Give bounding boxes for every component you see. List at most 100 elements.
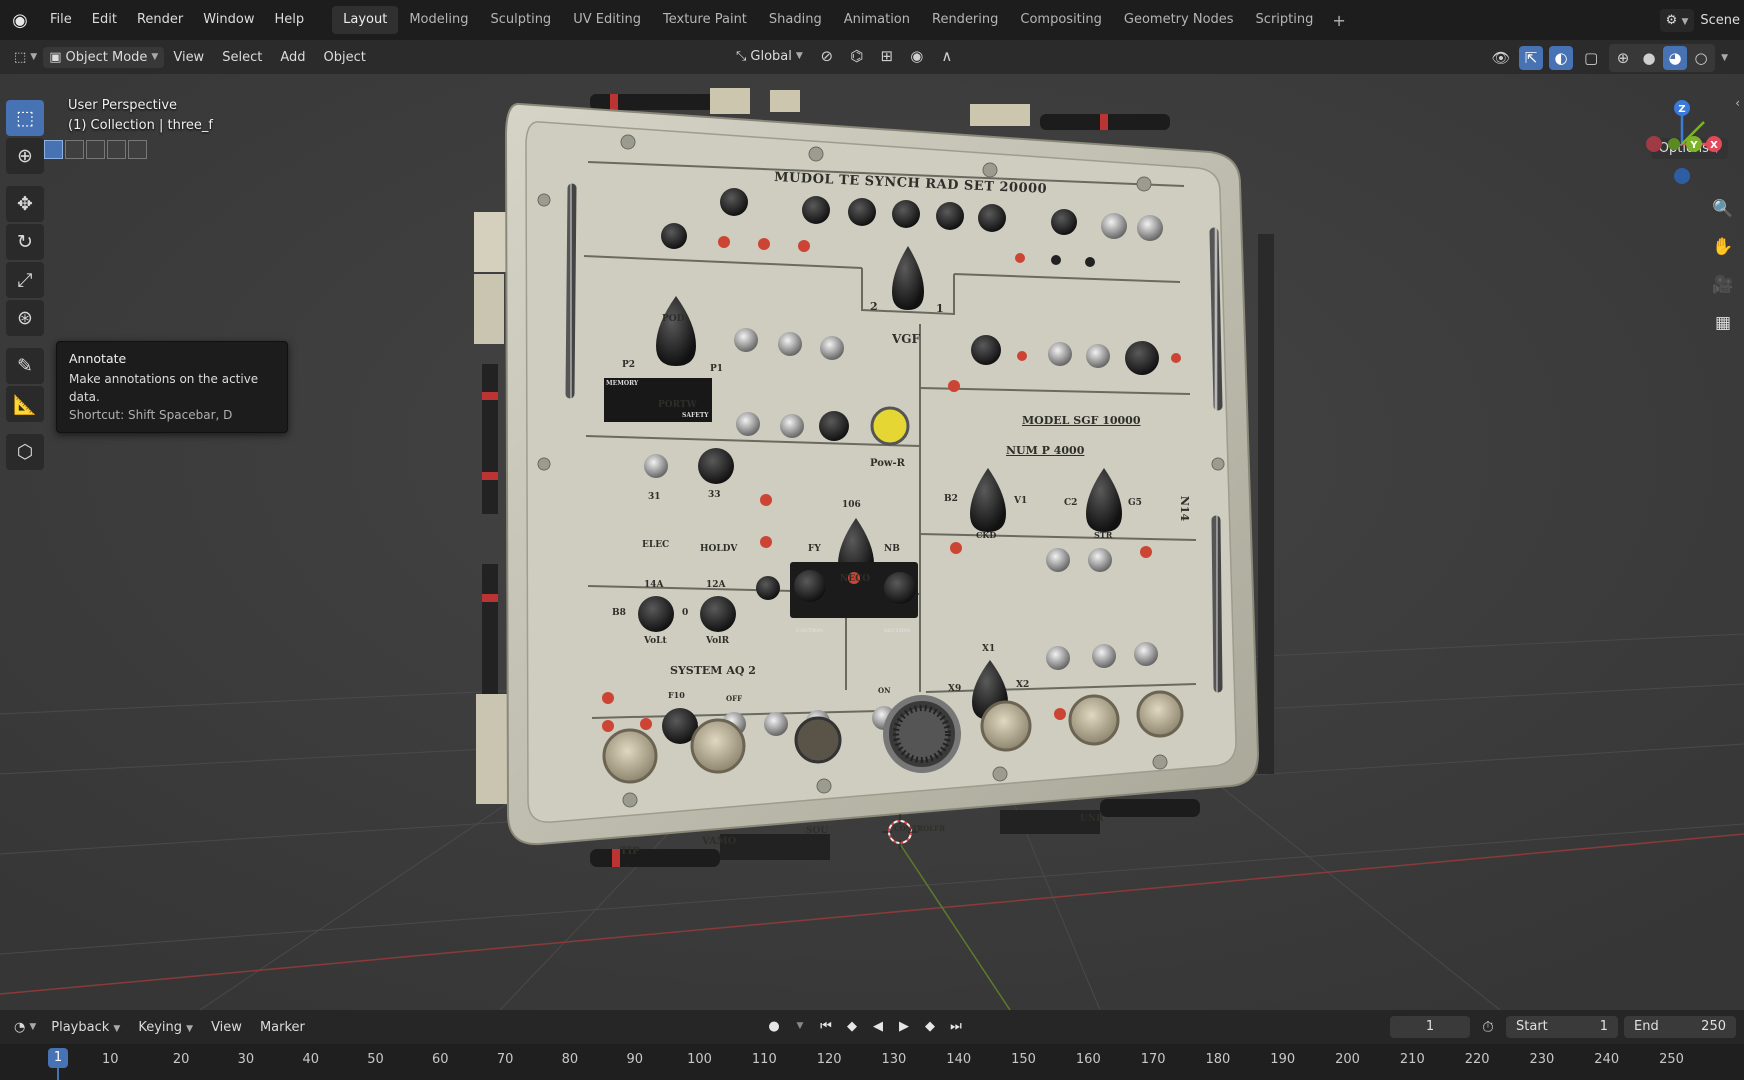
collapse-sidebar-chevron-icon[interactable]: ‹ (1735, 96, 1740, 110)
3d-viewport[interactable]: MUDOL TE SYNCH RAD SET 20000 VGF 2 1 POD… (0, 74, 1744, 1010)
tab-texture-paint[interactable]: Texture Paint (652, 6, 758, 34)
c2-label: C2 (1064, 498, 1078, 508)
transform-orientation-selector[interactable]: ⤡ Global ▼ (730, 46, 809, 67)
start-frame-field[interactable]: Start 1 (1506, 1016, 1618, 1038)
tooltip-shortcut: Shortcut: Shift Spacebar, D (69, 408, 233, 422)
tab-scripting[interactable]: Scripting (1245, 6, 1325, 34)
frame-tick-label: 170 (1140, 1052, 1166, 1067)
wireframe-shading-icon[interactable]: ⊕ (1611, 46, 1635, 70)
rotate-tool-icon[interactable]: ↻ (6, 224, 44, 260)
select-subtract-icon[interactable] (86, 140, 105, 159)
k106-label: 106 (842, 500, 861, 510)
gizmo-z-label: Z (1678, 104, 1685, 115)
x2-label: X2 (1016, 680, 1030, 690)
proportional-edit-icon[interactable]: ◉ (905, 44, 929, 68)
menu-help[interactable]: Help (265, 0, 315, 40)
p2-label: P2 (622, 360, 636, 370)
tab-shading[interactable]: Shading (758, 6, 833, 34)
falloff-icon[interactable]: ∧ (935, 44, 959, 68)
tab-uv-editing[interactable]: UV Editing (562, 6, 652, 34)
frame-tick-label: 140 (946, 1052, 972, 1067)
menu-edit[interactable]: Edit (82, 0, 127, 40)
gizmo-neg-x-axis[interactable] (1646, 136, 1662, 152)
tab-modeling[interactable]: Modeling (398, 6, 479, 34)
annotate-tool-icon[interactable]: ✎ (6, 348, 44, 384)
menu-select[interactable]: Select (213, 50, 271, 65)
tab-compositing[interactable]: Compositing (1009, 6, 1113, 34)
prev-keyframe-icon[interactable]: ◆ (842, 1016, 862, 1036)
camera-view-icon[interactable]: 🎥 (1708, 270, 1738, 300)
current-frame-field[interactable]: 1 (1390, 1016, 1470, 1038)
record-icon[interactable]: ● (764, 1016, 784, 1036)
menu-timeline-view[interactable]: View (202, 1020, 251, 1035)
gizmo-toggle-icon[interactable]: ⇱ (1519, 46, 1544, 70)
viewport-info: User Perspective (1) Collection | three_… (68, 96, 213, 136)
tab-rendering[interactable]: Rendering (921, 6, 1009, 34)
tab-layout[interactable]: Layout (332, 6, 399, 34)
add-cube-tool-icon[interactable]: ⬡ (6, 434, 44, 470)
stopwatch-icon[interactable]: ⏱ (1476, 1015, 1500, 1039)
tab-geometry-nodes[interactable]: Geometry Nodes (1113, 6, 1245, 34)
frame-ruler[interactable]: 1 10 20 30 40 50 60 70 80 90 100 110 120 130 140 150 160… (0, 1044, 1744, 1080)
tab-animation[interactable]: Animation (833, 6, 921, 34)
material-preview-icon[interactable]: ◕ (1663, 46, 1688, 70)
frame-tick-label: 70 (496, 1052, 514, 1067)
measure-tool-icon[interactable]: 📐 (6, 386, 44, 422)
solid-shading-icon[interactable]: ● (1637, 46, 1661, 70)
menu-file[interactable]: File (40, 0, 82, 40)
scale-tool-icon[interactable]: ⤢ (6, 262, 44, 298)
move-tool-icon[interactable]: ✥ (6, 186, 44, 222)
gizmo-neg-y-axis[interactable] (1668, 138, 1680, 150)
chevron-down-icon[interactable]: ▼ (790, 1016, 810, 1036)
jump-end-icon[interactable]: ⏭ (946, 1016, 966, 1036)
k31-label: 31 (648, 492, 661, 502)
zoom-icon[interactable]: 🔍 (1708, 194, 1738, 224)
select-invert-icon[interactable] (107, 140, 126, 159)
menu-playback[interactable]: Playback ▼ (42, 1020, 129, 1035)
select-extend-icon[interactable] (65, 140, 84, 159)
timeline-editor-type-button[interactable]: ◔ ▼ (8, 1017, 42, 1038)
playback-controls: ● ▼ ⏮ ◆ ◀ ▶ ◆ ⏭ (764, 1016, 966, 1036)
navigation-gizmo[interactable]: Z X Y (1622, 92, 1732, 202)
blender-logo-icon[interactable]: ◉ (0, 10, 40, 31)
transform-tool-icon[interactable]: ⊛ (6, 300, 44, 336)
menu-view[interactable]: View (164, 50, 213, 65)
menu-keying[interactable]: Keying ▼ (129, 1020, 202, 1035)
visibility-icon[interactable]: 👁 (1489, 46, 1513, 70)
chevron-down-icon[interactable]: ▼ (1721, 53, 1728, 63)
scene-name-field[interactable]: Scene (1700, 13, 1740, 28)
snap-target-icon[interactable]: ⊞ (875, 44, 899, 68)
neco-label: NECO (840, 574, 871, 584)
menu-marker[interactable]: Marker (251, 1020, 314, 1035)
pivot-point-icon[interactable]: ⊘ (815, 44, 839, 68)
select-box-tool-icon[interactable]: ⬚ (6, 100, 44, 136)
editor-type-button[interactable]: ⬚ ▼ (8, 47, 43, 68)
mode-selector[interactable]: ▣ Object Mode ▼ (43, 46, 165, 68)
play-reverse-icon[interactable]: ◀ (868, 1016, 888, 1036)
gizmo-neg-z-axis[interactable] (1674, 168, 1690, 184)
scene-selector-button[interactable]: ⚙ ▼ (1659, 8, 1695, 32)
xray-toggle-icon[interactable]: ▢ (1579, 46, 1603, 70)
start-label: Start (1516, 1019, 1548, 1034)
add-workspace-button[interactable]: + (1324, 11, 1353, 30)
overlay-toggle-icon[interactable]: ◐ (1549, 46, 1574, 70)
perspective-grid-icon[interactable]: ▦ (1708, 308, 1738, 338)
tab-sculpting[interactable]: Sculpting (479, 6, 562, 34)
cursor-tool-icon[interactable]: ⊕ (6, 138, 44, 174)
playhead-frame-indicator[interactable]: 1 (48, 1048, 68, 1068)
play-icon[interactable]: ▶ (894, 1016, 914, 1036)
menu-object[interactable]: Object (314, 50, 374, 65)
rendered-shading-icon[interactable]: ○ (1689, 46, 1713, 70)
select-intersect-icon[interactable] (128, 140, 147, 159)
menu-render[interactable]: Render (127, 0, 193, 40)
elec-label: ELEC (642, 540, 670, 550)
end-frame-field[interactable]: End 250 (1624, 1016, 1736, 1038)
pan-hand-icon[interactable]: ✋ (1708, 232, 1738, 262)
x1-label: X1 (982, 644, 996, 654)
jump-start-icon[interactable]: ⏮ (816, 1016, 836, 1036)
next-keyframe-icon[interactable]: ◆ (920, 1016, 940, 1036)
snap-toggle-icon[interactable]: ⌬ (845, 44, 869, 68)
vgf-label: VGF (892, 332, 921, 346)
menu-window[interactable]: Window (193, 0, 264, 40)
menu-add[interactable]: Add (271, 50, 314, 65)
